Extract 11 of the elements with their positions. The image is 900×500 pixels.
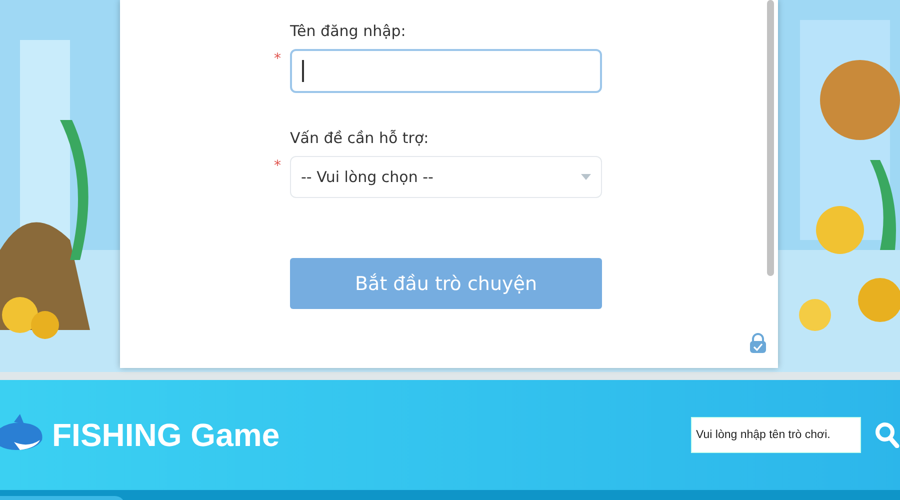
field-label: Vấn đề cần hỗ trợ: — [290, 129, 430, 147]
required-mark: * — [274, 51, 281, 67]
caret-icon — [581, 174, 591, 180]
search-icon[interactable] — [875, 422, 900, 448]
issue-dropdown[interactable]: -- Vui lòng chọn -- — [290, 156, 602, 198]
required-mark: * — [274, 158, 281, 174]
section-title: FISHING Game — [52, 416, 280, 454]
lock-icon — [750, 333, 766, 353]
field-label: Tên đăng nhập: — [290, 22, 407, 40]
username-field[interactable] — [290, 49, 602, 93]
search-field[interactable]: Vui lòng nhập tên trò chơi. — [691, 417, 861, 453]
